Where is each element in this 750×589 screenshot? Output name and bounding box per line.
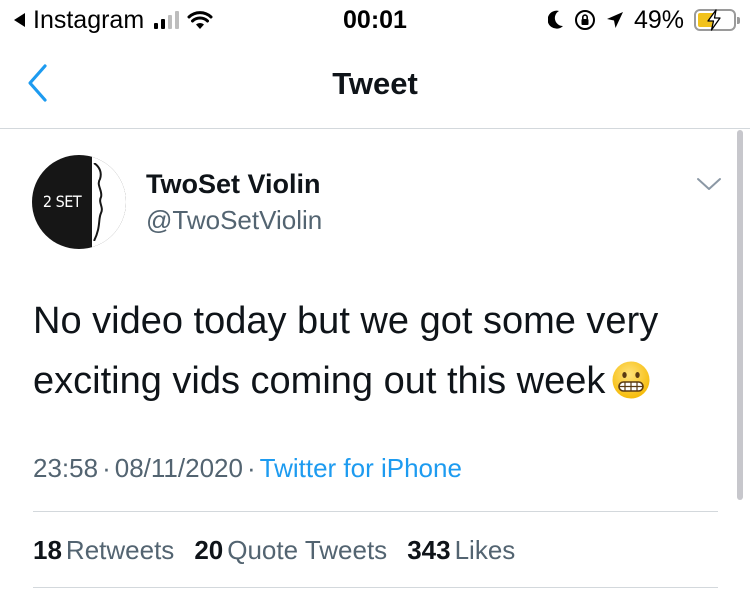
divider (33, 587, 718, 588)
tweet-time: 23:58 (33, 453, 99, 483)
author-handle[interactable]: @TwoSetViolin (146, 204, 322, 236)
bolt-icon (707, 9, 721, 31)
avatar-logo-text: 2 SET (42, 192, 82, 211)
tweet-text: No video today but we got some very exci… (33, 300, 659, 402)
likes-label: Likes (454, 535, 516, 565)
retweets-stat[interactable]: 18 Retweets (33, 534, 174, 566)
author-name[interactable]: TwoSet Violin (146, 168, 321, 200)
battery-percent: 49% (633, 5, 684, 34)
quote-tweets-count: 20 (194, 535, 224, 565)
tweet-meta: 23:58 · 08/11/2020 · Twitter for iPhone (33, 453, 462, 483)
divider (33, 511, 718, 512)
navigation-bar: Tweet (0, 40, 750, 129)
moon-icon (547, 10, 563, 29)
retweets-label: Retweets (65, 535, 175, 565)
retweets-count: 18 (33, 535, 62, 565)
avatar[interactable]: 2 SET (32, 155, 126, 249)
tweet-body: No video today but we got some very exci… (33, 291, 723, 411)
violin-scroll-icon (93, 163, 103, 241)
likes-stat[interactable]: 343 Likes (407, 534, 515, 566)
scrollbar[interactable] (737, 130, 743, 500)
quote-tweets-label: Quote Tweets (227, 535, 388, 565)
tweet-date: 08/11/2020 (114, 453, 243, 483)
location-icon (606, 12, 623, 28)
quote-tweets-stat[interactable]: 20 Quote Tweets (194, 534, 387, 566)
chevron-down-icon[interactable] (696, 176, 722, 192)
page-title: Tweet (332, 66, 418, 101)
tweet-detail: 2 SET TwoSet Violin @TwoSetViolin No vid… (0, 130, 750, 589)
tweet-stats: 18 Retweets 20 Quote Tweets 343 Likes (33, 534, 515, 566)
status-bar: Instagram 00:01 49% (0, 0, 750, 40)
status-right-icons: 49% (547, 5, 740, 34)
battery-charging-icon (694, 9, 740, 31)
orientation-lock-icon (574, 10, 595, 30)
likes-count: 343 (407, 535, 451, 565)
tweet-source-link[interactable]: Twitter for iPhone (260, 453, 462, 483)
grimacing-face-icon (612, 361, 650, 399)
